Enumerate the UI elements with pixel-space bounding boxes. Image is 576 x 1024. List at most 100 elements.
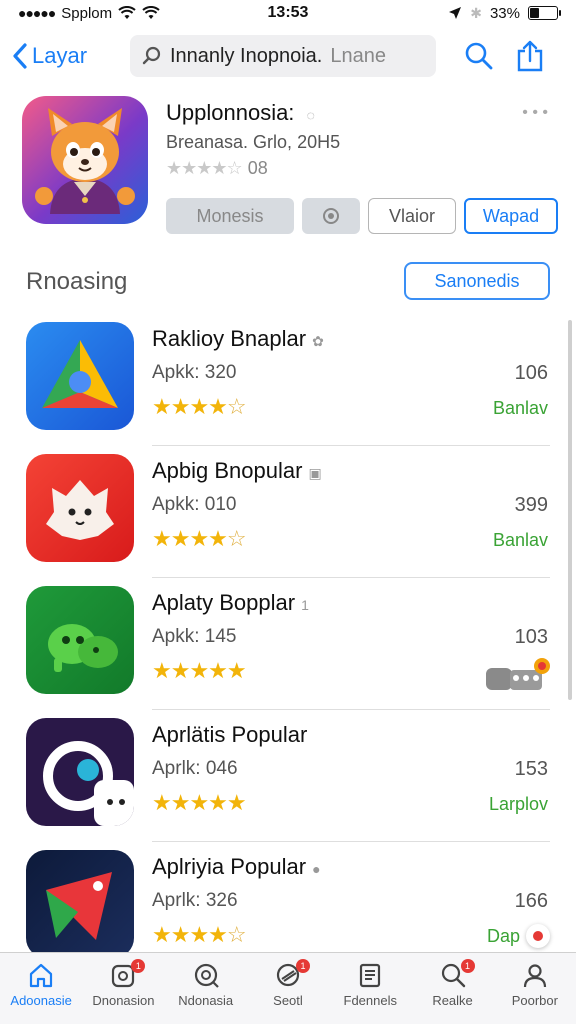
- app-action-link[interactable]: Banlav: [493, 398, 548, 419]
- section-title: Rnoasing: [26, 268, 128, 295]
- tab-list[interactable]: Fdennels: [329, 953, 411, 1024]
- tab-apps[interactable]: 1 Dnonasion: [82, 953, 164, 1024]
- tab-games[interactable]: 1 Seotl: [247, 953, 329, 1024]
- app-action-link[interactable]: Larplov: [489, 794, 548, 815]
- list-item[interactable]: Aprlätis Popular Aprlk: 046 ★★★★★ 153 La…: [0, 710, 576, 842]
- badge-icon: ●: [312, 861, 321, 877]
- app-title: Raklioy Bnaplar ✿: [152, 326, 324, 352]
- app-title: Aplaty Bopplar 1: [152, 590, 309, 616]
- more-options-icon[interactable]: • • •: [522, 104, 548, 122]
- navigation-bar: Layar Innanly Inopnoia. Lnane: [0, 30, 576, 82]
- search-query: Innanly Inopnoia.: [170, 44, 323, 67]
- signal-icon: ●●●●●: [18, 5, 56, 21]
- search-field[interactable]: Innanly Inopnoia. Lnane: [130, 35, 436, 77]
- stars-filled: ★★★★★: [152, 658, 247, 683]
- app-title-text: Apbig Bnopular: [152, 458, 303, 483]
- app-title: Apbig Bnopular ▣: [152, 458, 322, 484]
- tab-search[interactable]: 1 Realke: [411, 953, 493, 1024]
- robot-icon[interactable]: [482, 656, 552, 701]
- app-action-link[interactable]: Banlav: [493, 530, 548, 551]
- app-count: 399: [514, 494, 548, 516]
- app-title-text: Upplonnosia:: [166, 100, 295, 125]
- app-meta: Apkk: 320: [152, 362, 237, 383]
- app-action-link[interactable]: Dap: [487, 926, 520, 947]
- search-icon[interactable]: [464, 41, 494, 71]
- primary-button[interactable]: Wapad: [464, 198, 558, 234]
- app-icon: [26, 850, 134, 958]
- battery-percent: 33%: [489, 4, 520, 22]
- app-title-text: Aplriyia Popular: [152, 854, 307, 879]
- secondary-icon-button[interactable]: [302, 198, 360, 234]
- rating-stars: ★★★★★: [152, 790, 247, 816]
- stars-filled: ★★★★★: [152, 790, 247, 815]
- stars-empty: ☆: [226, 922, 247, 947]
- rating-stars: ★★★★☆: [166, 158, 243, 178]
- app-title: Aplriyia Popular ●: [152, 854, 321, 880]
- app-count: 166: [514, 890, 548, 912]
- clock: 13:53: [267, 4, 309, 21]
- badge-icon: 1: [301, 597, 309, 613]
- home-icon: [30, 963, 53, 988]
- tab-home[interactable]: Adoonasie: [0, 953, 82, 1024]
- back-label: Layar: [32, 43, 88, 68]
- app-header: Upplonnosia: ◌ Breanasa. Grlo, 20H5 ★★★★…: [22, 96, 558, 236]
- app-subtitle: Breanasa. Grlo, 20H5: [166, 132, 341, 152]
- triangle-logo-icon: [42, 340, 118, 408]
- app-meta: Apkk: 145: [152, 626, 237, 647]
- tab-label: Dnonasion: [92, 993, 155, 1008]
- search-field-icon: [142, 46, 161, 65]
- tab-label: Poorbor: [511, 993, 558, 1008]
- stars-empty: ☆: [226, 526, 247, 551]
- cat-face-icon: [46, 480, 114, 540]
- notification-badge-icon: [526, 924, 550, 948]
- app-icon: [26, 322, 134, 430]
- arrow-logo-icon: [46, 872, 112, 940]
- app-icon: [26, 718, 134, 826]
- battery-fill: [530, 8, 539, 18]
- profile-icon: [523, 964, 546, 988]
- app-rating: ★★★★☆ 08: [166, 158, 268, 179]
- share-icon[interactable]: [516, 40, 544, 72]
- location-icon: [449, 7, 462, 19]
- stars-filled: ★★★★: [152, 922, 228, 947]
- scrollbar[interactable]: [568, 320, 572, 700]
- section-action-button[interactable]: Sanonedis: [404, 262, 550, 300]
- tab-discover[interactable]: Ndonasia: [165, 953, 247, 1024]
- wifi-icon: [118, 6, 136, 19]
- rating-stars: ★★★★☆: [152, 394, 247, 420]
- fox-mascot-icon: [35, 108, 135, 214]
- tab-label: Adoonasie: [10, 993, 72, 1008]
- rating-stars: ★★★★☆: [152, 922, 247, 948]
- list-item[interactable]: Raklioy Bnaplar ✿ Apkk: 320 ★★★★☆ 106 Ban…: [0, 314, 576, 446]
- badge-icon: ✿: [312, 333, 324, 349]
- ring-logo-icon: [43, 741, 134, 826]
- grey-action-button[interactable]: Monesis: [166, 198, 294, 234]
- battery-icon: [528, 6, 561, 20]
- app-title-text: Aplaty Bopplar: [152, 590, 296, 615]
- badge-count: 1: [131, 959, 146, 973]
- carrier-label: Spplom: [61, 4, 113, 22]
- back-button[interactable]: Layar: [12, 42, 130, 70]
- search-query-rest: Lnane: [330, 44, 386, 67]
- outline-button[interactable]: Vlaior: [368, 198, 456, 234]
- app-count: 106: [514, 362, 548, 384]
- info-icon: ◌: [306, 107, 315, 123]
- app-meta: Apkk: 010: [152, 494, 237, 515]
- tab-profile[interactable]: Poorbor: [494, 953, 576, 1024]
- wifi-icon-2: [142, 6, 160, 19]
- app-meta: Aprlk: 046: [152, 758, 238, 779]
- list-item[interactable]: Apbig Bnopular ▣ Apkk: 010 ★★★★☆ 399 Banl…: [0, 446, 576, 578]
- list-item[interactable]: Aplaty Bopplar 1 Apkk: 145 ★★★★★ 103: [0, 578, 576, 710]
- tab-label: Seotl: [273, 993, 303, 1008]
- stars-filled: ★★★★: [152, 394, 228, 419]
- app-title-text: Aprlätis Popular: [152, 722, 308, 747]
- rating-stars: ★★★★☆: [152, 526, 247, 552]
- app-title: Aprlätis Popular: [152, 722, 307, 748]
- app-list: Raklioy Bnaplar ✿ Apkk: 320 ★★★★☆ 106 Ban…: [0, 314, 576, 974]
- discover-icon: [194, 963, 219, 988]
- badge-count: 1: [295, 959, 310, 973]
- app-count: 103: [514, 626, 548, 648]
- tab-bar: Adoonasie 1 Dnonasion Ndonasia 1 Seotl F…: [0, 952, 576, 1024]
- app-icon[interactable]: [22, 96, 148, 224]
- stars-empty: ☆: [226, 394, 247, 419]
